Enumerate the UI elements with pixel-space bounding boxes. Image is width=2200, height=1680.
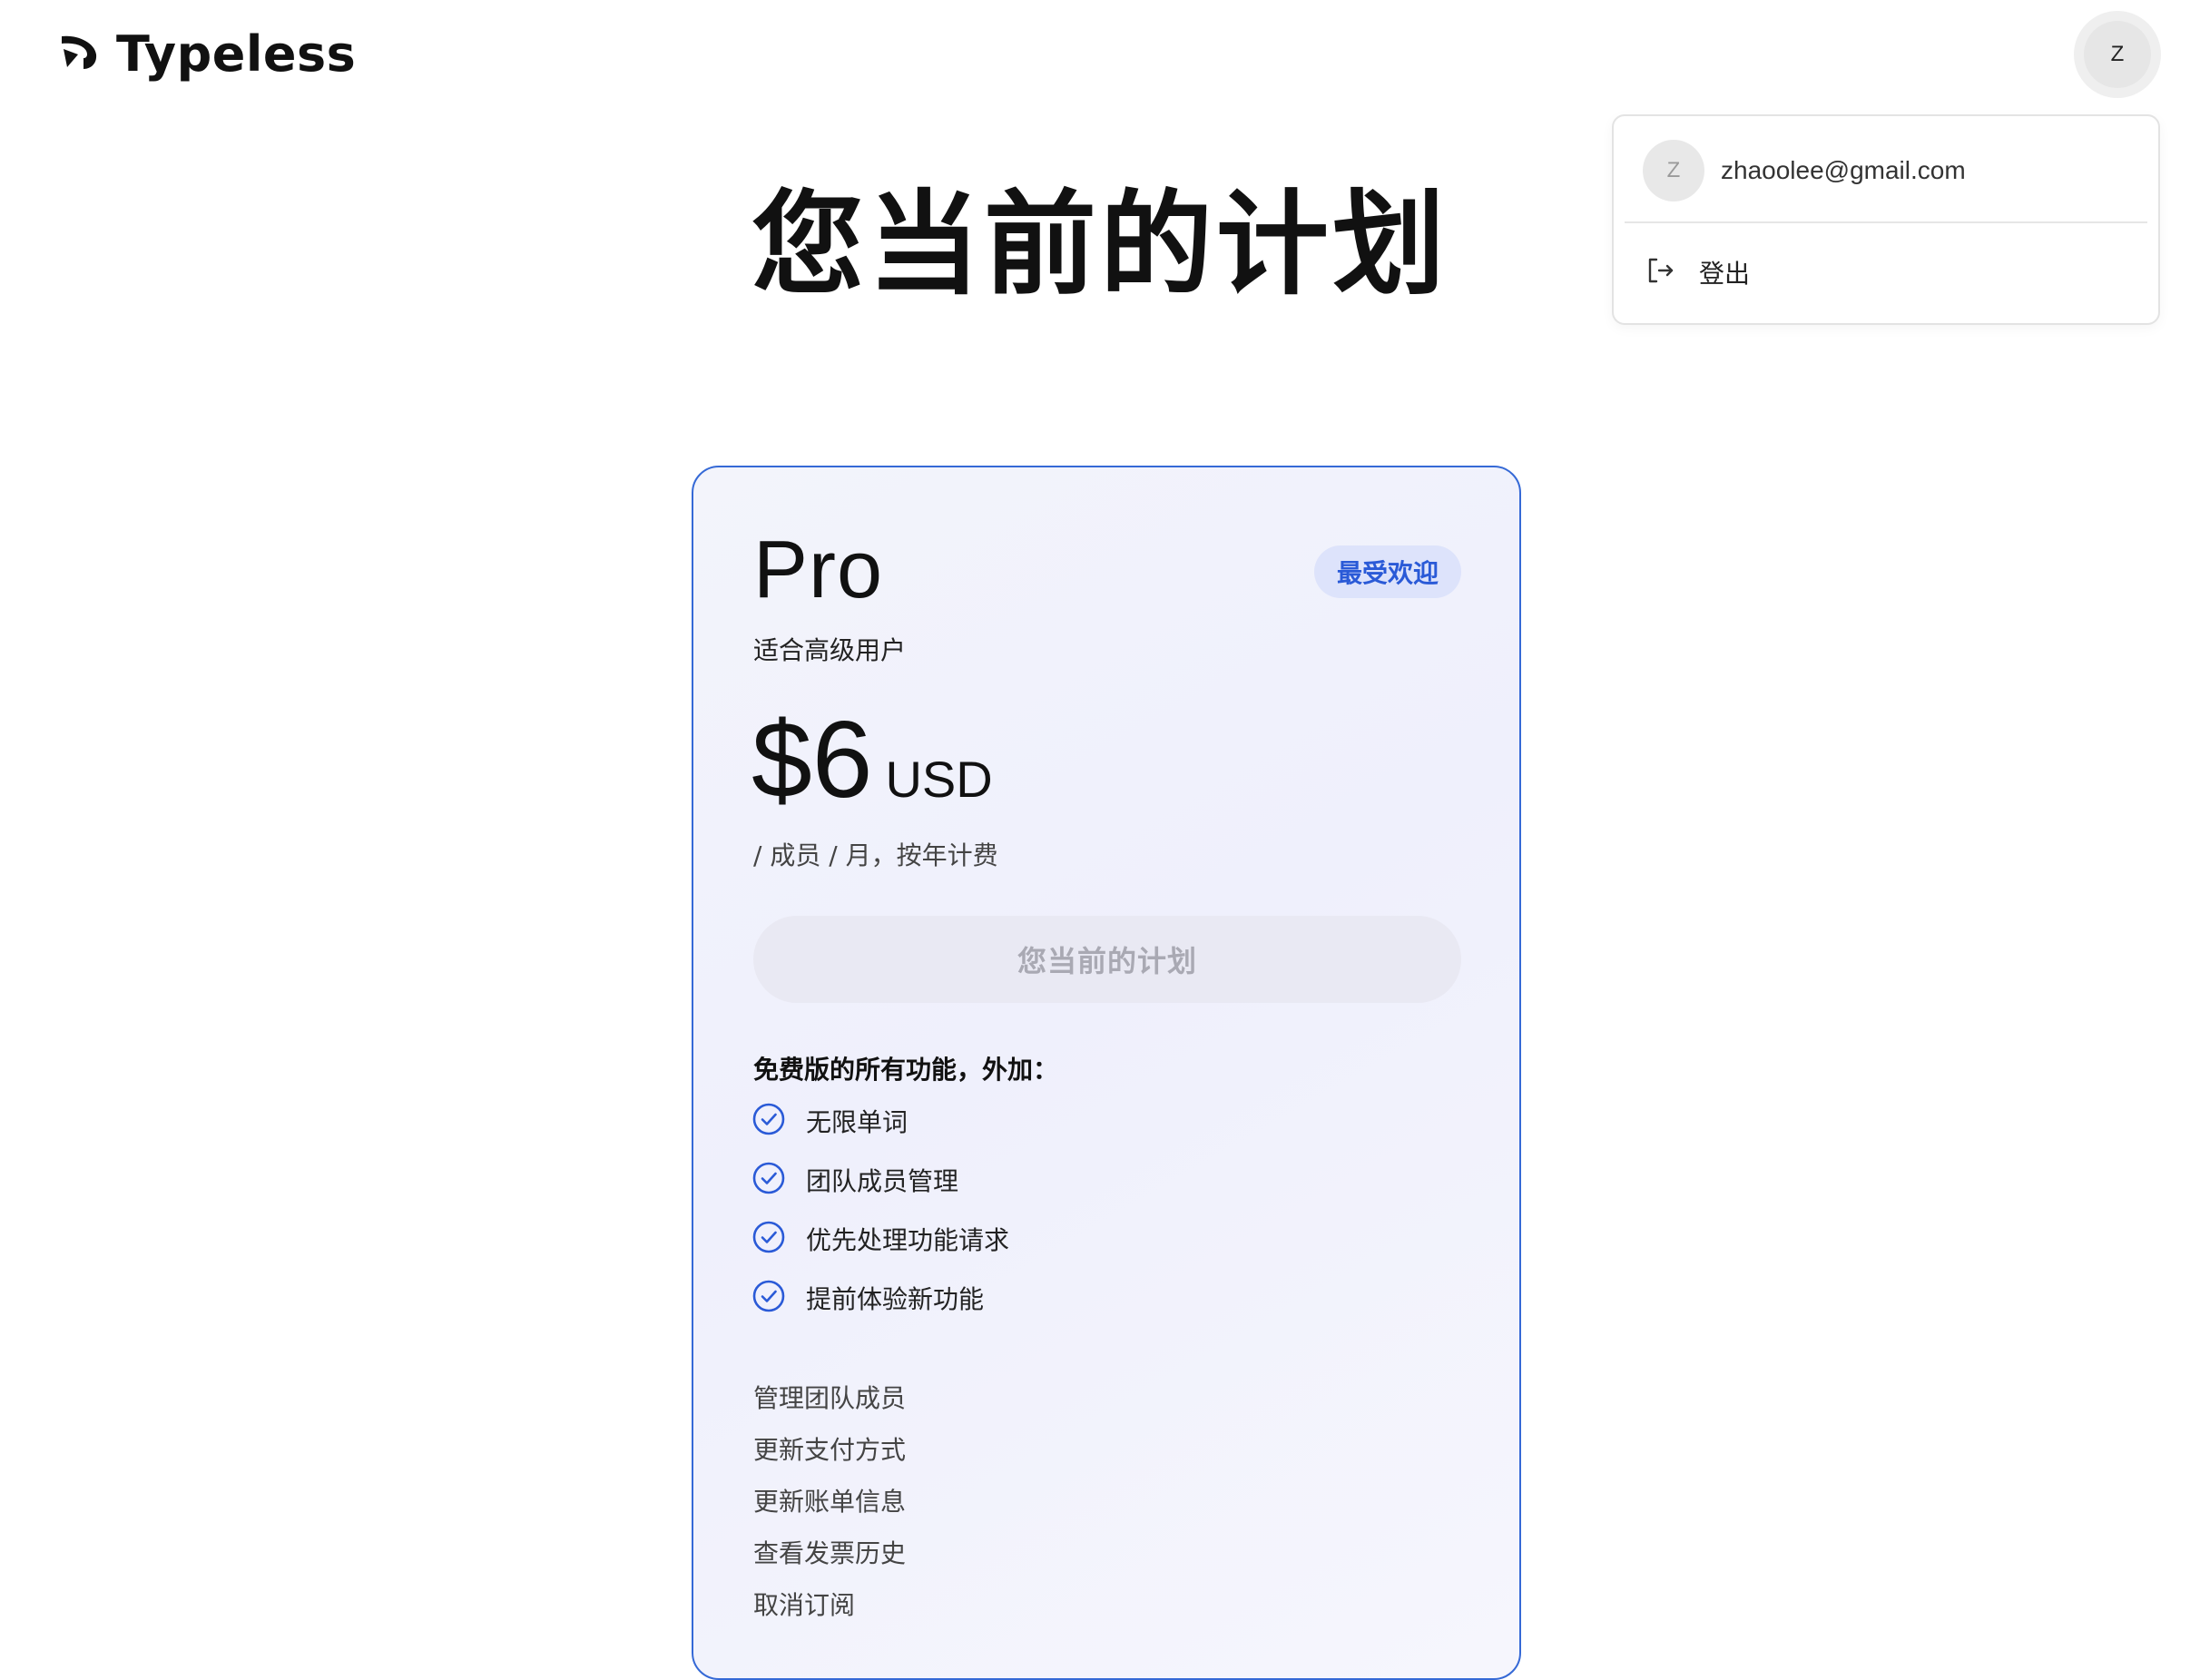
- check-circle-icon: [751, 1220, 786, 1258]
- plan-card: Pro 最受欢迎 适合高级用户 $6 USD / 成员 / 月，按年计费 您当前…: [692, 466, 1521, 1680]
- feature-label: 团队成员管理: [806, 1166, 959, 1196]
- feature-item: 无限单词: [751, 1103, 1009, 1139]
- price: $6 USD: [751, 705, 993, 814]
- plan-subtitle: 适合高级用户: [753, 635, 907, 665]
- feature-item: 优先处理功能请求: [751, 1221, 1009, 1257]
- feature-item: 团队成员管理: [751, 1162, 1009, 1198]
- price-amount: $6: [751, 699, 873, 820]
- brand-logo[interactable]: Typeless: [58, 22, 356, 85]
- feature-label: 优先处理功能请求: [806, 1225, 1010, 1255]
- invoice-history-link[interactable]: 查看发票历史: [753, 1536, 906, 1572]
- update-payment-link[interactable]: 更新支付方式: [753, 1432, 906, 1469]
- feature-label: 无限单词: [806, 1107, 908, 1137]
- cancel-subscription-link[interactable]: 取消订阅: [753, 1587, 906, 1624]
- feature-list: 无限单词 团队成员管理 优先处理功能请求 提前体验新功能: [751, 1103, 1009, 1339]
- check-circle-icon: [751, 1102, 786, 1140]
- update-billing-link[interactable]: 更新账单信息: [753, 1484, 906, 1520]
- manage-team-link[interactable]: 管理团队成员: [753, 1380, 906, 1417]
- features-heading: 免费版的所有功能，外加：: [753, 1055, 1059, 1085]
- avatar: Z: [2084, 21, 2151, 88]
- typeless-logo-icon: [58, 31, 100, 76]
- account-avatar-button[interactable]: Z: [2074, 11, 2161, 98]
- feature-label: 提前体验新功能: [806, 1284, 985, 1314]
- price-period: / 成员 / 月，按年计费: [753, 840, 998, 870]
- price-currency: USD: [885, 751, 993, 808]
- page-title: 您当前的计划: [751, 180, 1449, 310]
- brand-name: Typeless: [116, 25, 357, 83]
- plan-name: Pro: [753, 525, 884, 615]
- popular-badge: 最受欢迎: [1314, 545, 1461, 598]
- plan-actions: 管理团队成员 更新支付方式 更新账单信息 查看发票历史 取消订阅: [753, 1380, 906, 1639]
- check-circle-icon: [751, 1161, 786, 1199]
- feature-item: 提前体验新功能: [751, 1280, 1009, 1316]
- check-circle-icon: [751, 1279, 786, 1317]
- current-plan-button[interactable]: 您当前的计划: [753, 916, 1461, 1003]
